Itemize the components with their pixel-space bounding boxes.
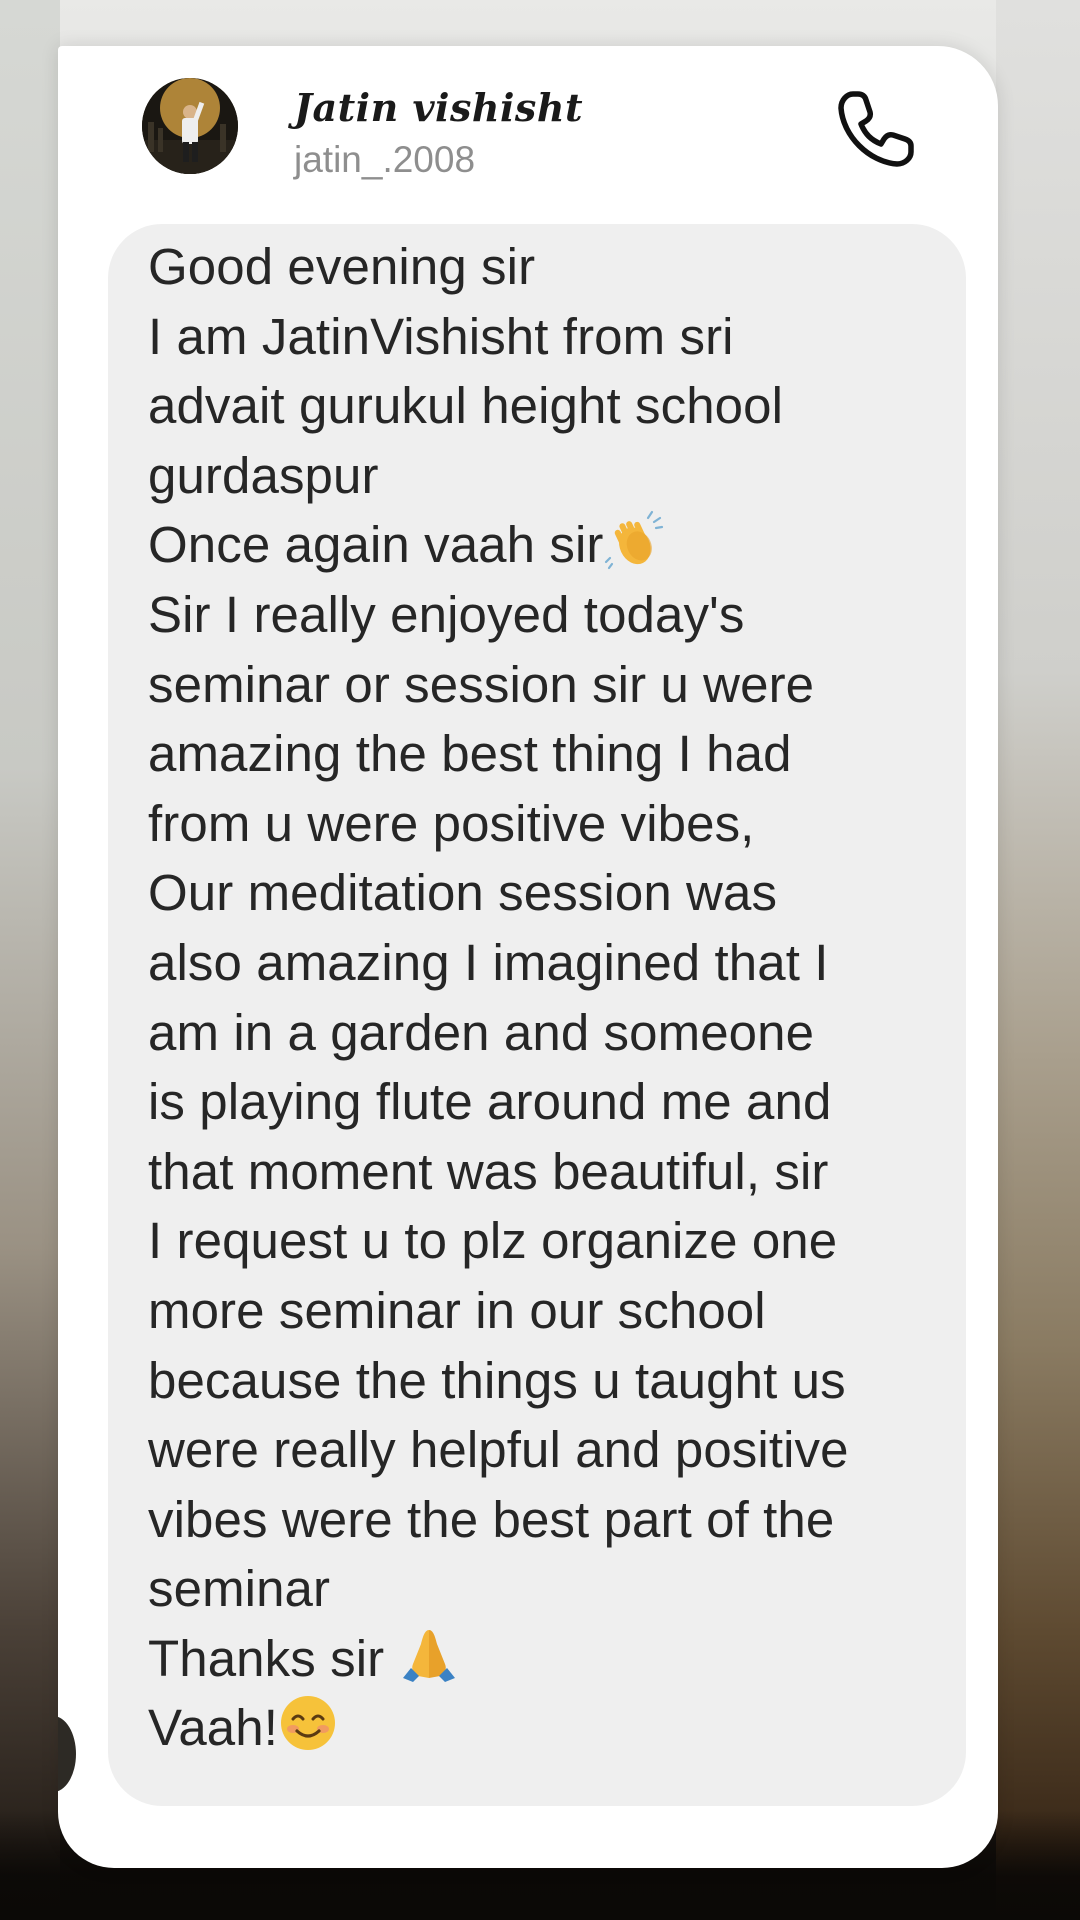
message-line: I request u to plz organize one: [148, 1212, 838, 1270]
message-line: gurdaspur: [148, 446, 379, 504]
message-line: also amazing I imagined that I: [148, 933, 829, 991]
message-line: that moment was beautiful, sir: [148, 1142, 829, 1200]
message-line-with-emoji: Thanks sir: [148, 1624, 948, 1694]
message-line: advait gurukul height school: [148, 377, 784, 435]
message-line: seminar or session sir u were: [148, 655, 815, 713]
message-line: more seminar in our school: [148, 1281, 766, 1339]
contact-username: jatin_.2008: [294, 139, 476, 180]
message-line: amazing the best thing I had: [148, 725, 792, 783]
chat-header: Jatin vishisht jatin_.2008: [58, 46, 998, 224]
message-line: were really helpful and positive: [148, 1421, 849, 1479]
message-bubble[interactable]: Good evening sir I am JatinVishisht from…: [108, 224, 966, 1806]
message-line: vibes were the best part of the: [148, 1490, 835, 1548]
message-line: Sir I really enjoyed today's: [148, 585, 745, 643]
background-left-edge: [0, 0, 60, 1920]
message-line: seminar: [148, 1560, 331, 1618]
clapping-hands-emoji: [604, 511, 663, 570]
contact-info[interactable]: Jatin vishisht jatin_.2008: [294, 86, 583, 182]
avatar[interactable]: [142, 78, 238, 174]
message-line: am in a garden and someone: [148, 1003, 815, 1061]
message-line: Once again vaah sir: [148, 516, 604, 574]
message-line: Vaah!: [148, 1699, 278, 1757]
avatar-photo: [142, 78, 238, 174]
background-right-edge: [996, 0, 1080, 1920]
message-line: from u were positive vibes,: [148, 794, 755, 852]
message-line: Good evening sir: [148, 238, 536, 295]
sender-avatar-partial: [58, 1716, 76, 1792]
message-line: I am JatinVishisht from sri: [148, 307, 734, 365]
message-line-with-emoji: Vaah!: [148, 1693, 948, 1763]
folded-hands-emoji: [402, 1629, 455, 1682]
call-button[interactable]: [831, 84, 921, 174]
message-text: Good evening sir I am JatinVishisht from…: [148, 232, 948, 1763]
message-line: Our meditation session was: [148, 864, 778, 922]
message-line: is playing flute around me and: [148, 1073, 832, 1131]
message-card: Jatin vishisht jatin_.2008 Good evening …: [58, 46, 998, 1868]
smiling-face-emoji: [281, 1696, 335, 1751]
phone-icon: [838, 91, 914, 167]
message-line-with-emoji: Once again vaah sir: [148, 510, 948, 580]
message-line: because the things u taught us: [148, 1351, 846, 1409]
contact-display-name: Jatin vishisht: [294, 85, 583, 130]
message-line: Thanks sir: [148, 1629, 399, 1687]
